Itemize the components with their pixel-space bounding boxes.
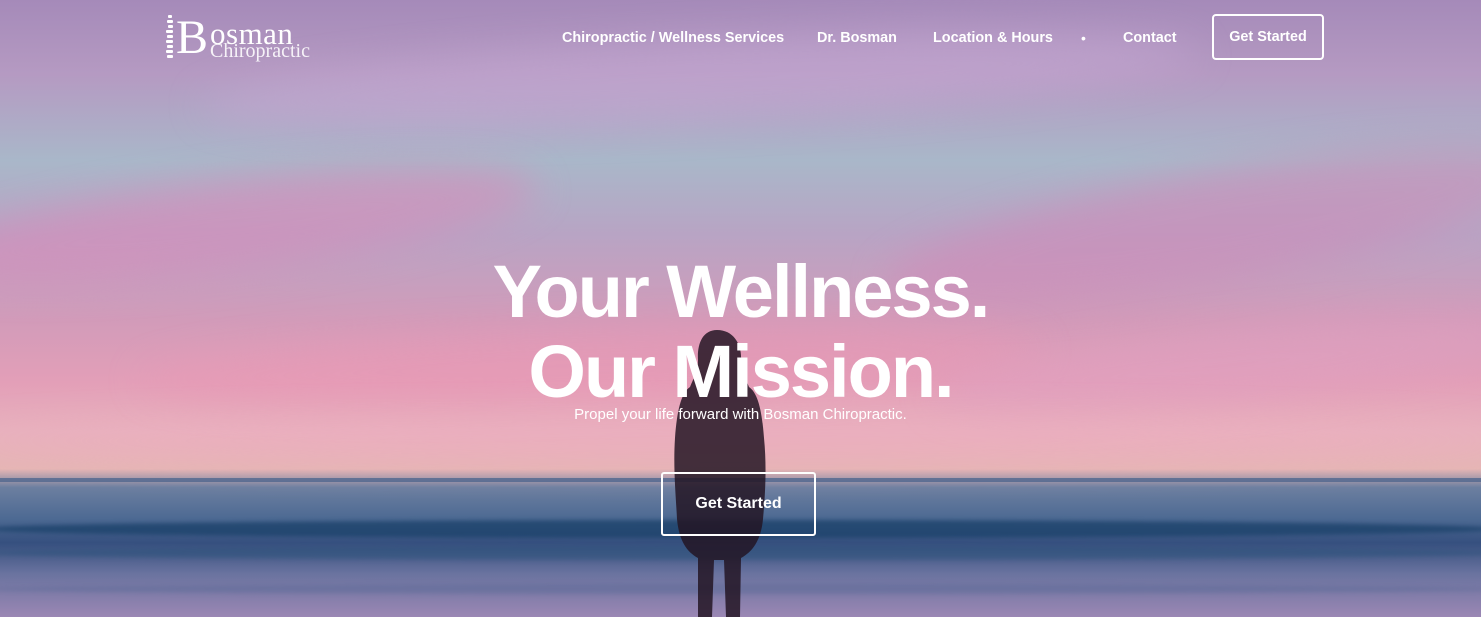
hero-title: Your Wellness. Our Mission. <box>0 249 1481 413</box>
brand-logo[interactable]: B osman Chiropractic <box>164 14 328 62</box>
nav-dr-bosman[interactable]: Dr. Bosman <box>817 27 897 49</box>
hero-get-started-button[interactable]: Get Started <box>661 472 816 536</box>
brand-subtitle: Chiropractic <box>210 40 310 62</box>
nav-separator: • <box>1081 30 1086 46</box>
nav-location-hours[interactable]: Location & Hours <box>933 27 1053 49</box>
hero-title-line-2: Our Mission. <box>528 329 954 413</box>
hero-tagline: Propel your life forward with Bosman Chi… <box>574 406 907 423</box>
nav-chiropractic-wellness-services[interactable]: Chiropractic / Wellness Services <box>562 27 784 49</box>
nav-contact[interactable]: Contact <box>1123 27 1177 49</box>
spine-icon <box>166 15 173 58</box>
header-get-started-button[interactable]: Get Started <box>1212 14 1324 60</box>
hero-title-line-1: Your Wellness. <box>492 249 991 333</box>
logo-letter-b: B <box>176 11 209 64</box>
site-header: B osman Chiropractic Chiropractic / Well… <box>0 0 1481 76</box>
hero-section: B osman Chiropractic Chiropractic / Well… <box>0 0 1481 617</box>
